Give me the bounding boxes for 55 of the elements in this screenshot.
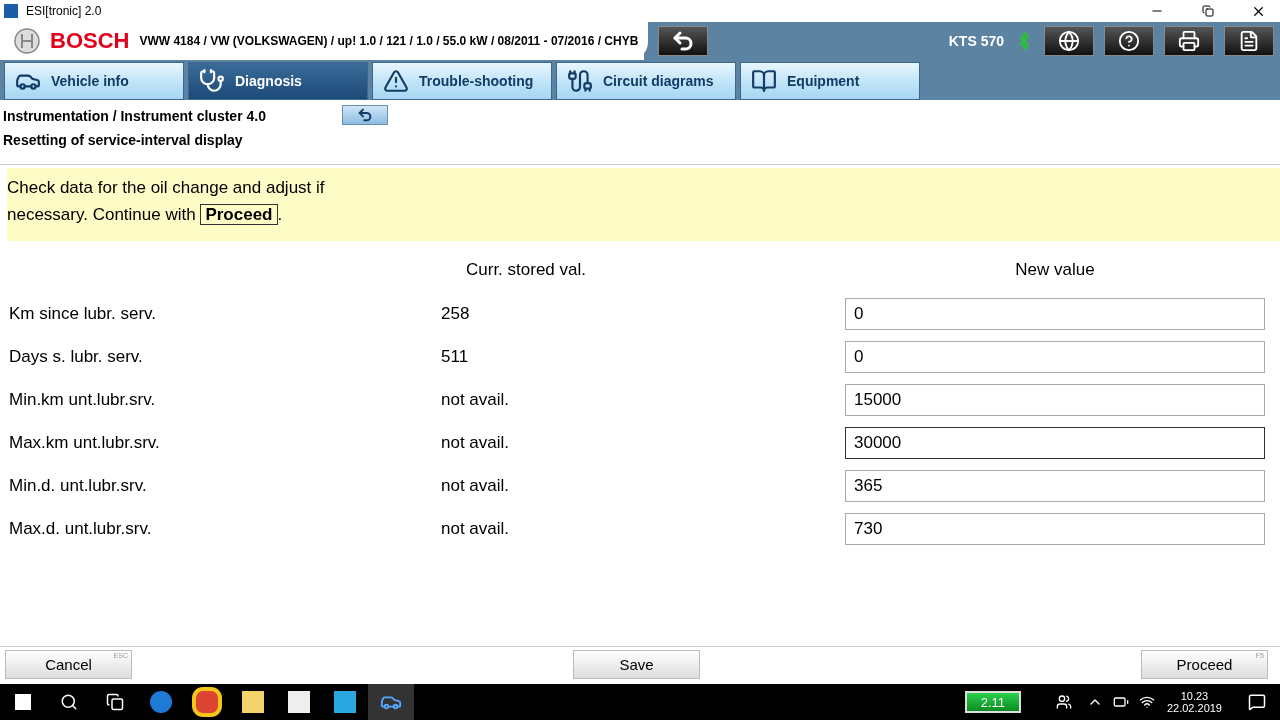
breadcrumb-text: Instrumentation / Instrument cluster 4.0 xyxy=(3,108,266,124)
column-header: New value xyxy=(1014,259,1096,281)
globe-button[interactable] xyxy=(1044,26,1094,56)
breadcrumb-text: Resetting of service-interval display xyxy=(3,132,243,148)
document-icon xyxy=(1238,30,1260,52)
back-button[interactable] xyxy=(658,26,709,56)
row-label: Km since lubr. serv. xyxy=(9,304,158,324)
tab-icon xyxy=(383,68,409,94)
input-field[interactable]: 30000 xyxy=(845,427,1265,459)
message-panel: Check data for the oil change and adjust if necessary. Continue with Proceed . xyxy=(7,168,1280,241)
logo-icon xyxy=(14,28,40,54)
list-button[interactable] xyxy=(1224,26,1274,56)
printer-icon xyxy=(1178,30,1200,52)
tab-icon xyxy=(567,68,593,94)
tab[interactable]: Equipment xyxy=(740,62,920,100)
car-icon[interactable] xyxy=(368,684,414,720)
tab[interactable]: Trouble-shooting xyxy=(372,62,552,100)
stored-value: not avail. xyxy=(441,476,511,496)
globe-icon xyxy=(1058,30,1080,52)
input-field[interactable]: 15000 xyxy=(845,384,1265,416)
print-button[interactable] xyxy=(1164,26,1214,56)
restore-icon xyxy=(1201,5,1214,17)
stored-value: not avail. xyxy=(441,519,511,539)
help-button[interactable] xyxy=(1104,26,1154,56)
input-field[interactable]: 365 xyxy=(845,470,1265,502)
stored-value: 511 xyxy=(441,347,470,367)
action-button[interactable]: Save xyxy=(573,650,700,679)
clock[interactable]: 10.23 22.02.2019 xyxy=(1166,690,1222,714)
wifi-icon[interactable] xyxy=(1138,694,1155,710)
back-arrow-icon xyxy=(357,107,373,123)
tab-icon xyxy=(199,68,225,94)
row-label: Max.km unt.lubr.srv. xyxy=(9,433,161,453)
row-label: Min.km unt.lubr.srv. xyxy=(9,390,157,410)
brand-logo: BOSCH xyxy=(50,28,130,54)
tab[interactable]: Diagnosis xyxy=(188,62,368,100)
row-label: Days s. lubr. serv. xyxy=(9,347,144,367)
tab[interactable]: Vehicle info xyxy=(4,62,184,100)
back-button[interactable] xyxy=(342,105,388,125)
stored-value: not avail. xyxy=(441,433,511,453)
stored-value: 258 xyxy=(441,304,471,324)
input-field[interactable]: 0 xyxy=(845,341,1265,373)
input-field[interactable]: 730 xyxy=(845,513,1265,545)
window-title: ESI[tronic] 2.0 xyxy=(26,4,102,18)
column-header: Curr. stored val. xyxy=(465,259,587,281)
stored-value: not avail. xyxy=(441,390,511,410)
battery-icon[interactable] xyxy=(1112,694,1129,710)
battery-indicator: 2.11 xyxy=(964,691,1021,713)
row-label: Max.d. unt.lubr.srv. xyxy=(9,519,153,539)
row-label: Min.d. unt.lubr.srv. xyxy=(9,476,148,496)
key-label: Proceed xyxy=(200,204,278,225)
device-name: KTS 570 xyxy=(948,33,1004,49)
tab[interactable]: Circuit diagrams xyxy=(556,62,736,100)
input-field[interactable]: 0 xyxy=(845,298,1265,330)
help-icon xyxy=(1118,30,1140,52)
tab-icon xyxy=(751,68,777,94)
